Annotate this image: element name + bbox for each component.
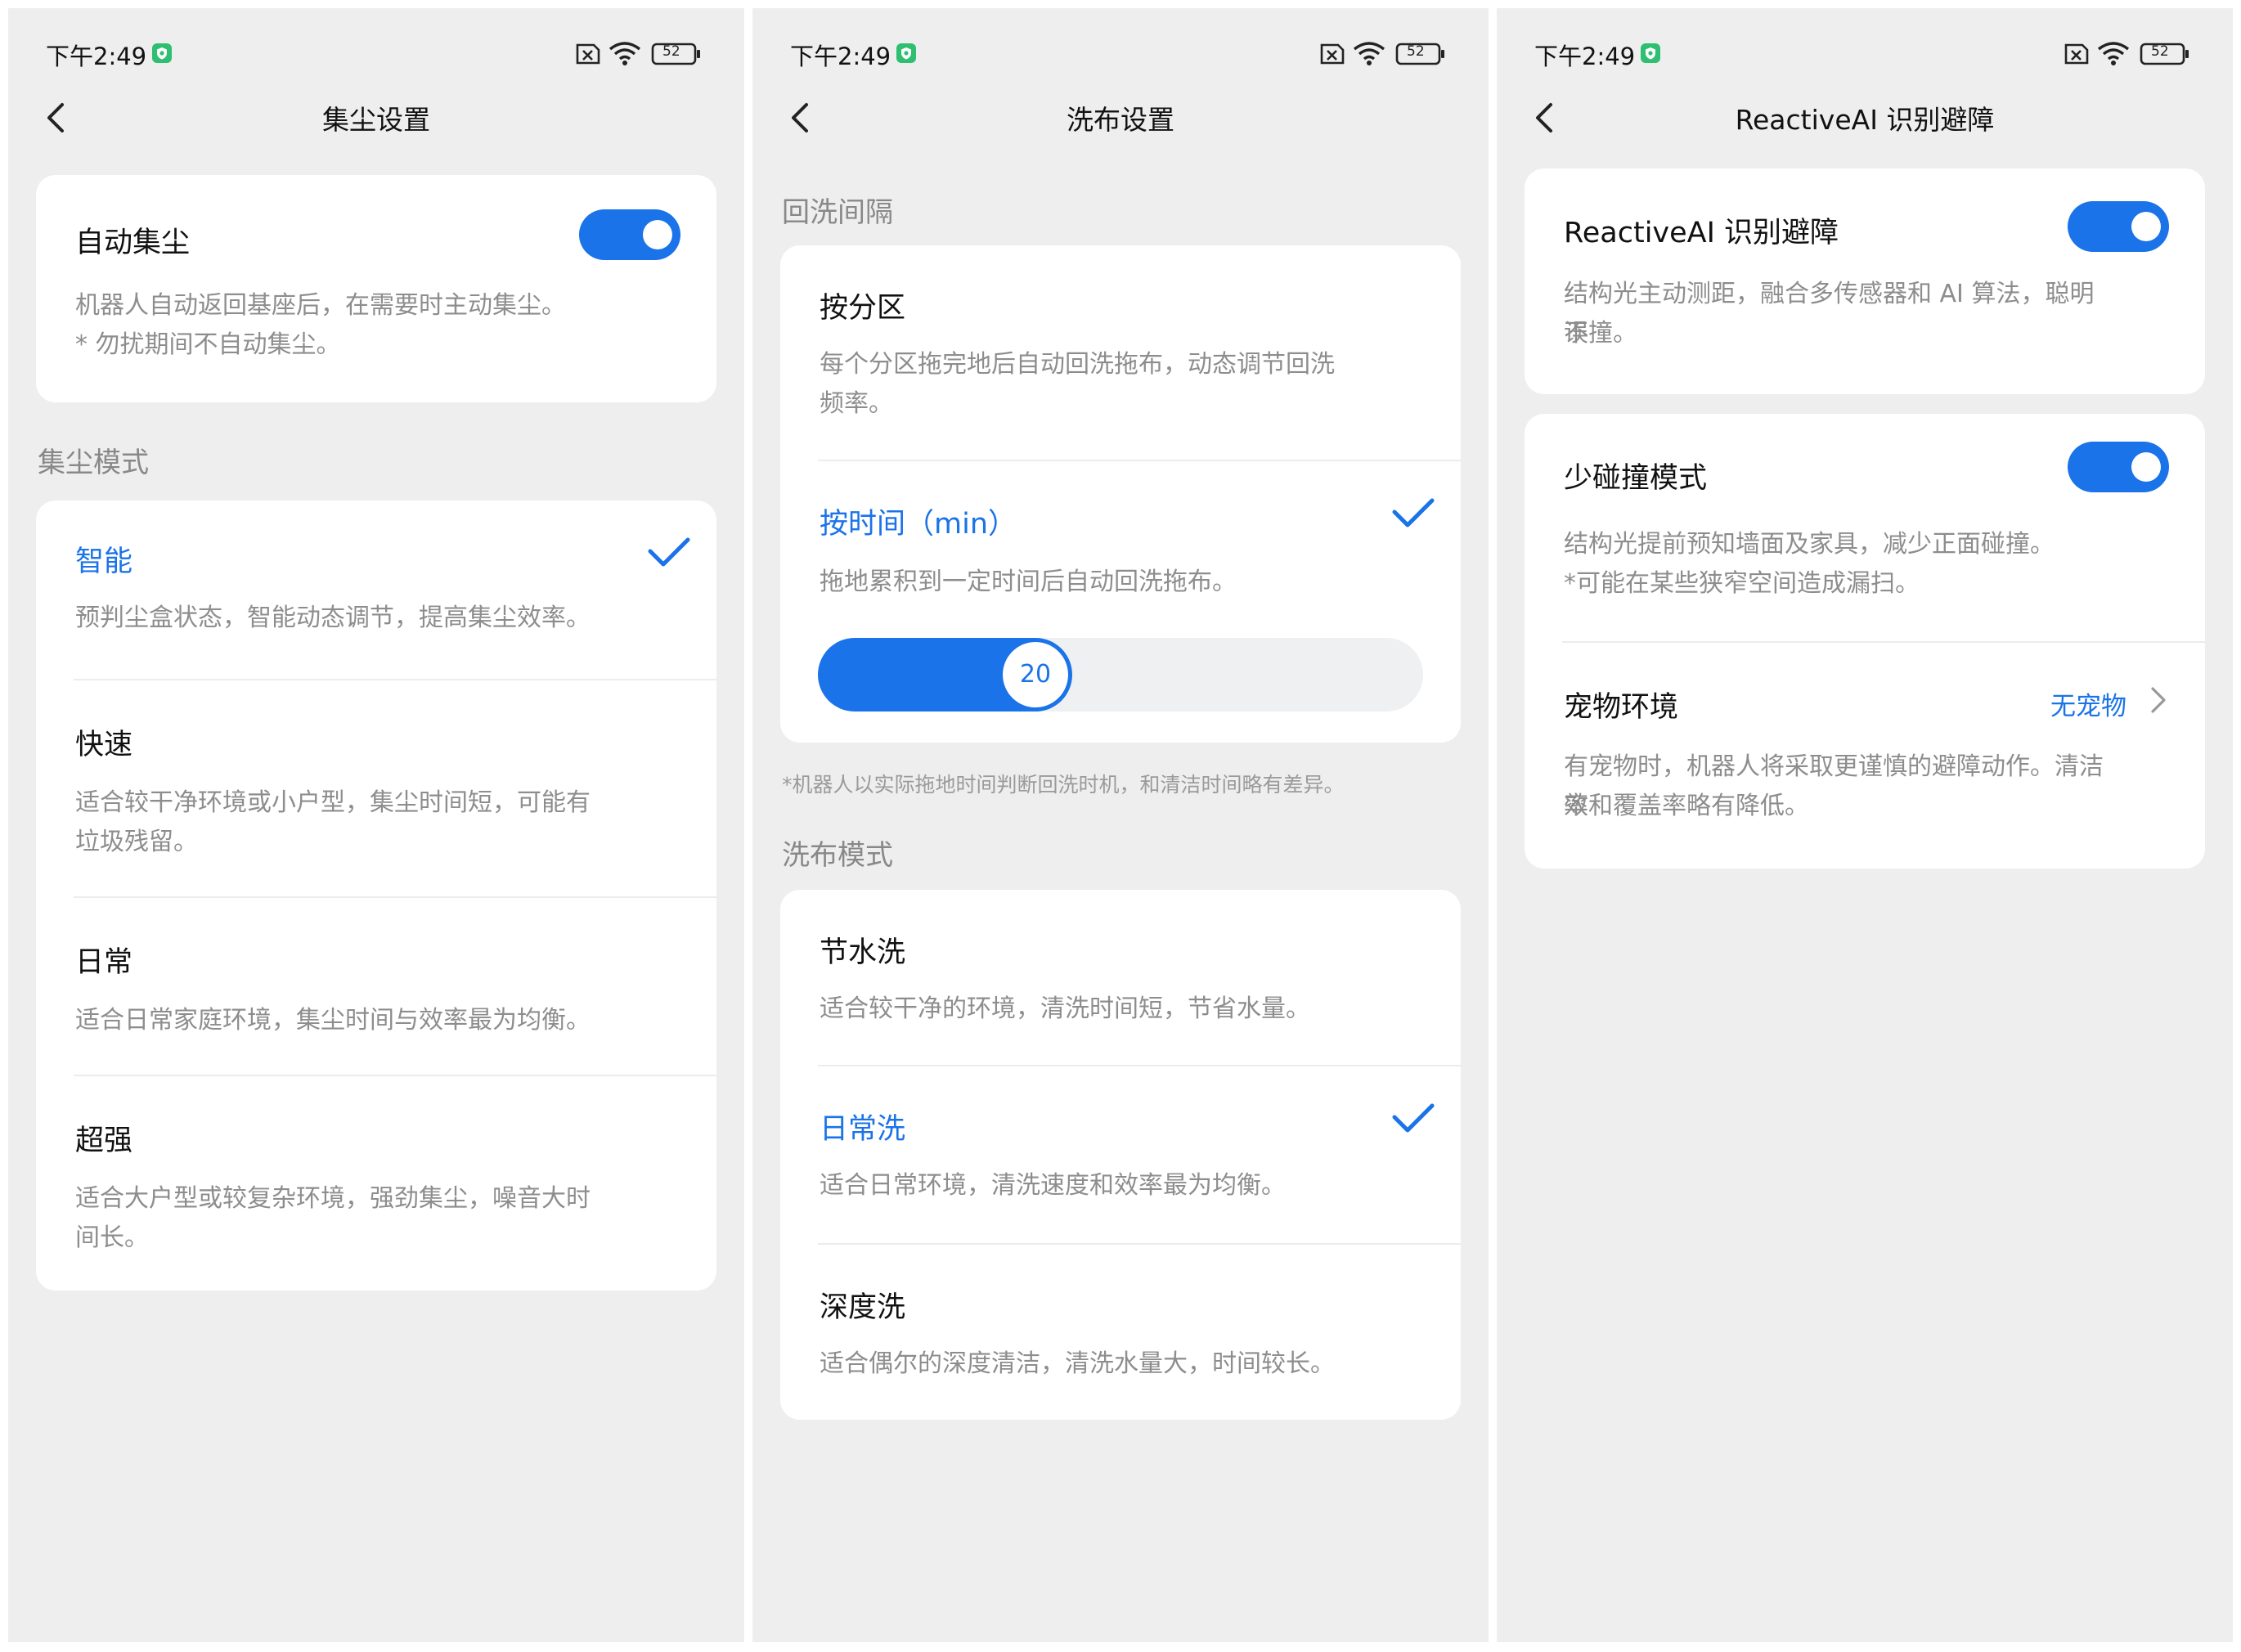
option-desc-line2: 间长。 — [75, 1223, 149, 1252]
slider-handle[interactable]: 20 — [1003, 642, 1068, 707]
chevron-right-icon — [2151, 687, 2166, 713]
wash-mode-option-deep[interactable]: 深度洗 适合偶尔的深度清洁，清洗水量大，时间较长。 — [780, 1245, 1461, 1420]
page-title: 洗布设置 — [1067, 104, 1174, 136]
option-label: 智能 — [75, 545, 133, 578]
option-label: 按时间（min） — [820, 508, 1017, 541]
status-bar: 下午2:49 52 — [752, 34, 1489, 74]
check-icon — [1392, 498, 1435, 527]
wash-interval-note: *机器人以实际拖地时间判断回洗时机，和清洁时间略有差异。 — [782, 773, 1345, 797]
wash-mode-option-eco[interactable]: 节水洗 适合较干净的环境，清洗时间短，节省水量。 — [780, 890, 1461, 1065]
nav-bar: ReactiveAI 识别避障 — [1497, 88, 2233, 146]
shield-icon — [896, 43, 916, 63]
option-label: 按分区 — [820, 292, 906, 325]
option-desc: 拖地累积到一定时间后自动回洗拖布。 — [820, 568, 1237, 596]
interval-option-by-zone[interactable]: 按分区 每个分区拖完地后自动回洗拖布，动态调节回洗 频率。 — [780, 245, 1461, 460]
option-desc-line2: 频率。 — [820, 389, 893, 418]
status-time: 下午2:49 — [790, 43, 891, 70]
battery-level: 52 — [662, 43, 680, 60]
sim-off-icon — [576, 43, 600, 65]
pet-environment-row[interactable]: 宠物环境 无宠物 有宠物时，机器人将采取更谨慎的避障动作。清洁效 率和覆盖率略有… — [1525, 643, 2205, 869]
shield-icon — [152, 43, 172, 63]
auto-dust-desc: 机器人自动返回基座后，在需要时主动集尘。 — [75, 291, 566, 320]
reactive-ai-desc-line2: 误撞。 — [1564, 319, 1637, 348]
less-collision-row: 少碰撞模式 结构光提前预知墙面及家具，减少正面碰撞。 *可能在某些狭窄空间造成漏… — [1525, 414, 2205, 641]
wifi-icon — [1353, 42, 1385, 65]
obstacle-avoidance-screen: 下午2:49 52 ReactiveAI 识别避障 ReactiveAI 识别避… — [1497, 8, 2233, 1642]
dust-mode-card: 智能 预判尘盒状态，智能动态调节，提高集尘效率。 快速 适合较干净环境或小户型，… — [36, 501, 716, 1291]
dust-collection-screen: 下午2:49 52 集尘设置 自动集尘 机器人自动返回基座后，在需要时主动集尘。… — [8, 8, 744, 1642]
auto-dust-label: 自动集尘 — [75, 227, 191, 259]
option-desc: 适合日常环境，清洗速度和效率最为均衡。 — [820, 1171, 1286, 1200]
option-desc-line2: 垃圾残留。 — [75, 828, 198, 856]
wash-interval-header: 回洗间隔 — [782, 196, 893, 229]
check-icon — [648, 537, 690, 567]
wifi-icon — [2097, 42, 2130, 65]
nav-bar: 集尘设置 — [8, 88, 744, 146]
dust-mode-option-smart[interactable]: 智能 预判尘盒状态，智能动态调节，提高集尘效率。 — [36, 501, 716, 679]
reactive-ai-card: ReactiveAI 识别避障 结构光主动测距，融合多传感器和 AI 算法，聪明… — [1525, 168, 2205, 394]
mop-wash-screen: 下午2:49 52 洗布设置 回洗间隔 按分区 每个分区拖完地后自动回洗拖布，动… — [752, 8, 1489, 1642]
option-desc: 每个分区拖完地后自动回洗拖布，动态调节回洗 — [820, 350, 1335, 379]
status-bar: 下午2:49 52 — [1497, 34, 2233, 74]
option-label: 日常 — [75, 946, 133, 979]
page-title: ReactiveAI 识别避障 — [1735, 104, 1995, 136]
option-label: 超强 — [75, 1125, 133, 1157]
auto-dust-toggle[interactable] — [579, 209, 680, 260]
auto-dust-note: * 勿扰期间不自动集尘。 — [75, 330, 341, 359]
pet-environment-desc-line2: 率和覆盖率略有降低。 — [1564, 792, 1809, 820]
dust-mode-option-daily[interactable]: 日常 适合日常家庭环境，集尘时间与效率最为均衡。 — [36, 898, 716, 1075]
reactive-ai-toggle[interactable] — [2068, 201, 2169, 252]
option-desc: 适合较干净环境或小户型，集尘时间短，可能有 — [75, 788, 591, 817]
option-label: 节水洗 — [820, 936, 906, 969]
status-time: 下午2:49 — [46, 43, 147, 70]
reactive-ai-label: ReactiveAI 识别避障 — [1564, 217, 1839, 249]
nav-bar: 洗布设置 — [752, 88, 1489, 146]
dust-mode-option-strong[interactable]: 超强 适合大户型或较复杂环境，强劲集尘，噪音大时 间长。 — [36, 1076, 716, 1291]
shield-icon — [1641, 43, 1660, 63]
pet-environment-value: 无宠物 — [2050, 692, 2126, 721]
pet-environment-label: 宠物环境 — [1564, 691, 1679, 724]
option-desc: 适合大户型或较复杂环境，强劲集尘，噪音大时 — [75, 1184, 591, 1213]
sim-off-icon — [2064, 43, 2089, 65]
wash-mode-option-daily[interactable]: 日常洗 适合日常环境，清洗速度和效率最为均衡。 — [780, 1066, 1461, 1241]
toggle-knob — [2131, 452, 2161, 482]
dust-mode-header: 集尘模式 — [38, 447, 149, 479]
less-collision-desc: 结构光提前预知墙面及家具，减少正面碰撞。 — [1564, 530, 2055, 559]
interval-option-by-time[interactable]: 按时间（min） 拖地累积到一定时间后自动回洗拖布。 — [780, 461, 1461, 617]
option-desc: 适合偶尔的深度清洁，清洗水量大，时间较长。 — [820, 1349, 1335, 1378]
status-time: 下午2:49 — [1534, 43, 1636, 70]
page-title: 集尘设置 — [322, 104, 430, 136]
battery-level: 52 — [2151, 43, 2169, 60]
wash-mode-header: 洗布模式 — [782, 839, 893, 872]
sim-off-icon — [1320, 43, 1345, 65]
battery-level: 52 — [1407, 43, 1425, 60]
option-desc: 预判尘盒状态，智能动态调节，提高集尘效率。 — [75, 604, 591, 632]
toggle-knob — [643, 220, 672, 249]
toggle-knob — [2131, 212, 2161, 241]
wifi-icon — [609, 42, 641, 65]
auto-dust-card: 自动集尘 机器人自动返回基座后，在需要时主动集尘。 * 勿扰期间不自动集尘。 — [36, 175, 716, 402]
option-desc: 适合日常家庭环境，集尘时间与效率最为均衡。 — [75, 1006, 591, 1035]
option-label: 日常洗 — [820, 1113, 906, 1146]
avoidance-options-card: 少碰撞模式 结构光提前预知墙面及家具，减少正面碰撞。 *可能在某些狭窄空间造成漏… — [1525, 414, 2205, 869]
wash-interval-slider[interactable]: 20 — [818, 638, 1423, 712]
option-label: 深度洗 — [820, 1291, 906, 1324]
wash-mode-card: 节水洗 适合较干净的环境，清洗时间短，节省水量。 日常洗 适合日常环境，清洗速度… — [780, 890, 1461, 1420]
less-collision-label: 少碰撞模式 — [1564, 462, 1708, 495]
less-collision-note: *可能在某些狭窄空间造成漏扫。 — [1564, 569, 1920, 598]
wash-interval-card: 按分区 每个分区拖完地后自动回洗拖布，动态调节回洗 频率。 按时间（min） 拖… — [780, 245, 1461, 743]
status-bar: 下午2:49 52 — [8, 34, 744, 74]
check-icon — [1392, 1103, 1435, 1133]
option-label: 快速 — [75, 729, 133, 761]
dust-mode-option-fast[interactable]: 快速 适合较干净环境或小户型，集尘时间短，可能有 垃圾残留。 — [36, 680, 716, 896]
option-desc: 适合较干净的环境，清洗时间短，节省水量。 — [820, 994, 1310, 1023]
less-collision-toggle[interactable] — [2068, 442, 2169, 492]
